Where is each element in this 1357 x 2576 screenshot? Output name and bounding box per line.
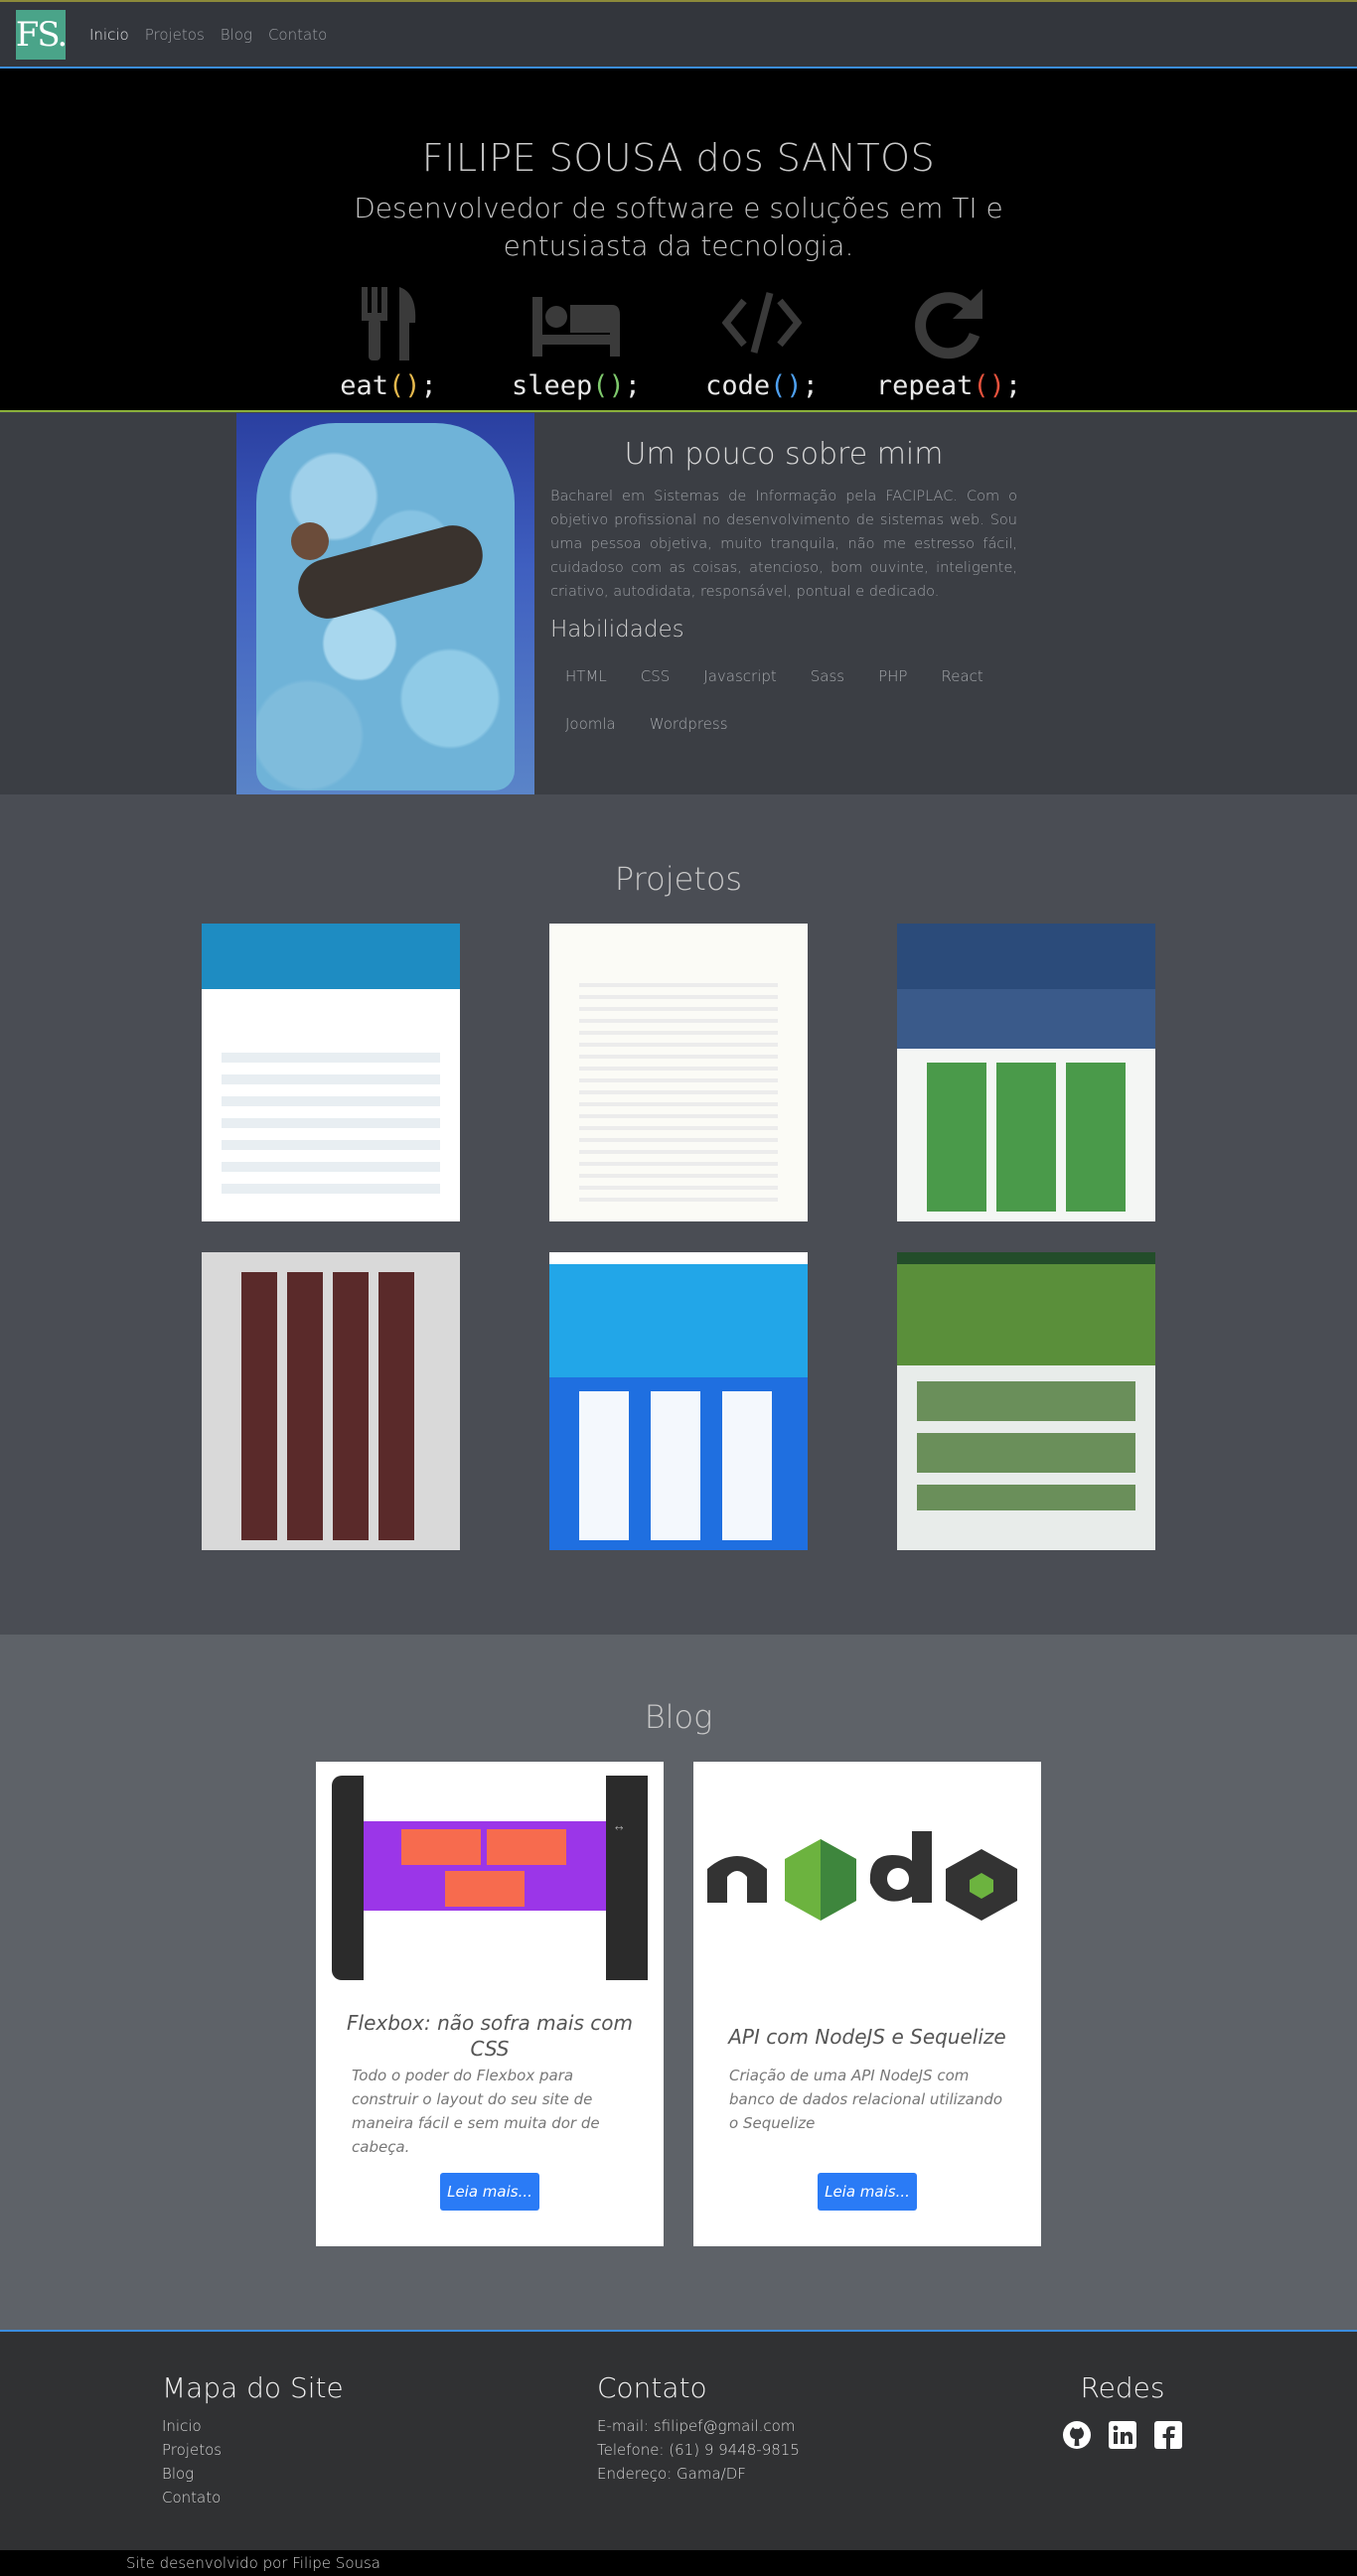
nav-link-blog[interactable]: Blog xyxy=(221,26,252,44)
project-thumbnail-5[interactable] xyxy=(549,1252,808,1550)
projects-section: Projetos xyxy=(0,794,1357,1635)
nav-link-projetos[interactable]: Projetos xyxy=(145,26,205,44)
footer-link-inicio[interactable]: Inicio xyxy=(162,2414,344,2438)
read-more-button[interactable]: Leia mais... xyxy=(440,2173,539,2211)
hero-subtitle: Desenvolvedor de software e soluções em … xyxy=(354,192,1003,262)
flexbox-illustration: ↔ xyxy=(332,1776,648,1980)
skills-list: HTML CSS Javascript Sass PHP React Jooml… xyxy=(550,659,1017,741)
blog-card: ↔ Flexbox: não sofra mais com CSS Todo o… xyxy=(316,1762,664,2246)
footer-link-contato[interactable]: Contato xyxy=(162,2486,344,2509)
blog-card-text: Criação de uma API NodeJS com banco de d… xyxy=(729,2067,1003,2132)
project-thumbnail-3[interactable] xyxy=(897,924,1155,1221)
contact-email: E-mail: sfilipef@gmail.com xyxy=(597,2417,796,2435)
skill-badge: CSS xyxy=(640,667,671,685)
nav-link-contato[interactable]: Contato xyxy=(268,26,327,44)
code-icon xyxy=(722,292,802,354)
skill-badge: React xyxy=(941,667,983,685)
project-thumbnail-6[interactable] xyxy=(897,1252,1155,1550)
code-item-eat: eat(); xyxy=(309,283,468,401)
skill-badge: Sass xyxy=(810,667,845,685)
footer: Mapa do Site Inicio Projetos Blog Contat… xyxy=(0,2330,1357,2550)
about-text: Bacharel em Sistemas de Informação pela … xyxy=(550,489,1017,600)
footer-contact: Contato E-mail: sfilipef@gmail.com Telef… xyxy=(597,2371,800,2486)
blog-card-title[interactable]: API com NodeJS e Sequelize xyxy=(713,2024,1021,2050)
blog-section: Blog ↔ Flexbox: não sofra mais com CSS T… xyxy=(0,1635,1357,2330)
social-icons xyxy=(1053,2420,1192,2450)
blog-card-text: Todo o poder do Flexbox para construir o… xyxy=(352,2067,600,2156)
blog-card: API com NodeJS e Sequelize Criação de um… xyxy=(693,1762,1041,2246)
navbar: FS. Inicio Projetos Blog Contato xyxy=(0,0,1357,69)
nodejs-logo xyxy=(707,1831,1017,1921)
footer-link-projetos[interactable]: Projetos xyxy=(162,2438,344,2462)
skills-title: Habilidades xyxy=(550,617,684,643)
sitemap-title: Mapa do Site xyxy=(162,2371,344,2404)
nav-links: Inicio Projetos Blog Contato xyxy=(89,26,327,44)
footer-social: Redes xyxy=(1053,2371,1192,2450)
hero-section: FILIPE SOUSA dos SANTOS Desenvolvedor de… xyxy=(0,69,1357,412)
project-thumbnail-2[interactable] xyxy=(549,924,808,1221)
read-more-button[interactable]: Leia mais... xyxy=(818,2173,917,2211)
redo-icon xyxy=(915,289,982,359)
social-title: Redes xyxy=(1080,2371,1165,2404)
skill-badge: Joomla xyxy=(565,715,616,733)
skill-badge: HTML xyxy=(565,667,607,685)
blog-title: Blog xyxy=(644,1698,713,1736)
nav-link-inicio[interactable]: Inicio xyxy=(89,26,129,44)
projects-title: Projetos xyxy=(614,860,743,898)
about-title: Um pouco sobre mim xyxy=(624,437,944,472)
copyright-bar: Site desenvolvido por Filipe Sousa xyxy=(0,2550,1357,2576)
fork-knife-icon xyxy=(362,287,416,360)
skill-badge: Wordpress xyxy=(649,715,728,733)
github-icon[interactable] xyxy=(1062,2420,1092,2450)
code-item-code: code(); xyxy=(682,283,841,401)
about-section: Um pouco sobre mim Bacharel em Sistemas … xyxy=(0,413,1357,794)
linkedin-icon[interactable] xyxy=(1108,2420,1137,2450)
contact-phone: Telefone: (61) 9 9448-9815 xyxy=(597,2441,800,2459)
project-thumbnail-1[interactable] xyxy=(202,924,460,1221)
site-logo[interactable]: FS. xyxy=(16,9,68,60)
footer-sitemap: Mapa do Site Inicio Projetos Blog Contat… xyxy=(162,2371,344,2509)
code-item-sleep: sleep(); xyxy=(497,283,656,401)
blog-card-title[interactable]: Flexbox: não sofra mais com CSS xyxy=(336,2010,644,2062)
skill-badge: PHP xyxy=(878,667,908,685)
profile-photo xyxy=(236,413,534,794)
contact-address: Endereço: Gama/DF xyxy=(597,2465,746,2483)
svg-text:↔: ↔ xyxy=(615,1823,623,1834)
facebook-icon[interactable] xyxy=(1153,2420,1183,2450)
photo-person-head xyxy=(291,522,329,560)
bed-icon xyxy=(532,297,620,357)
footer-link-blog[interactable]: Blog xyxy=(162,2462,344,2486)
code-item-repeat: repeat(); xyxy=(869,283,1028,401)
skill-badge: Javascript xyxy=(703,667,777,685)
hero-name: FILIPE SOUSA dos SANTOS xyxy=(421,136,936,180)
photo-throne xyxy=(256,423,515,790)
contact-title: Contato xyxy=(597,2371,707,2404)
project-thumbnail-4[interactable] xyxy=(202,1252,460,1550)
